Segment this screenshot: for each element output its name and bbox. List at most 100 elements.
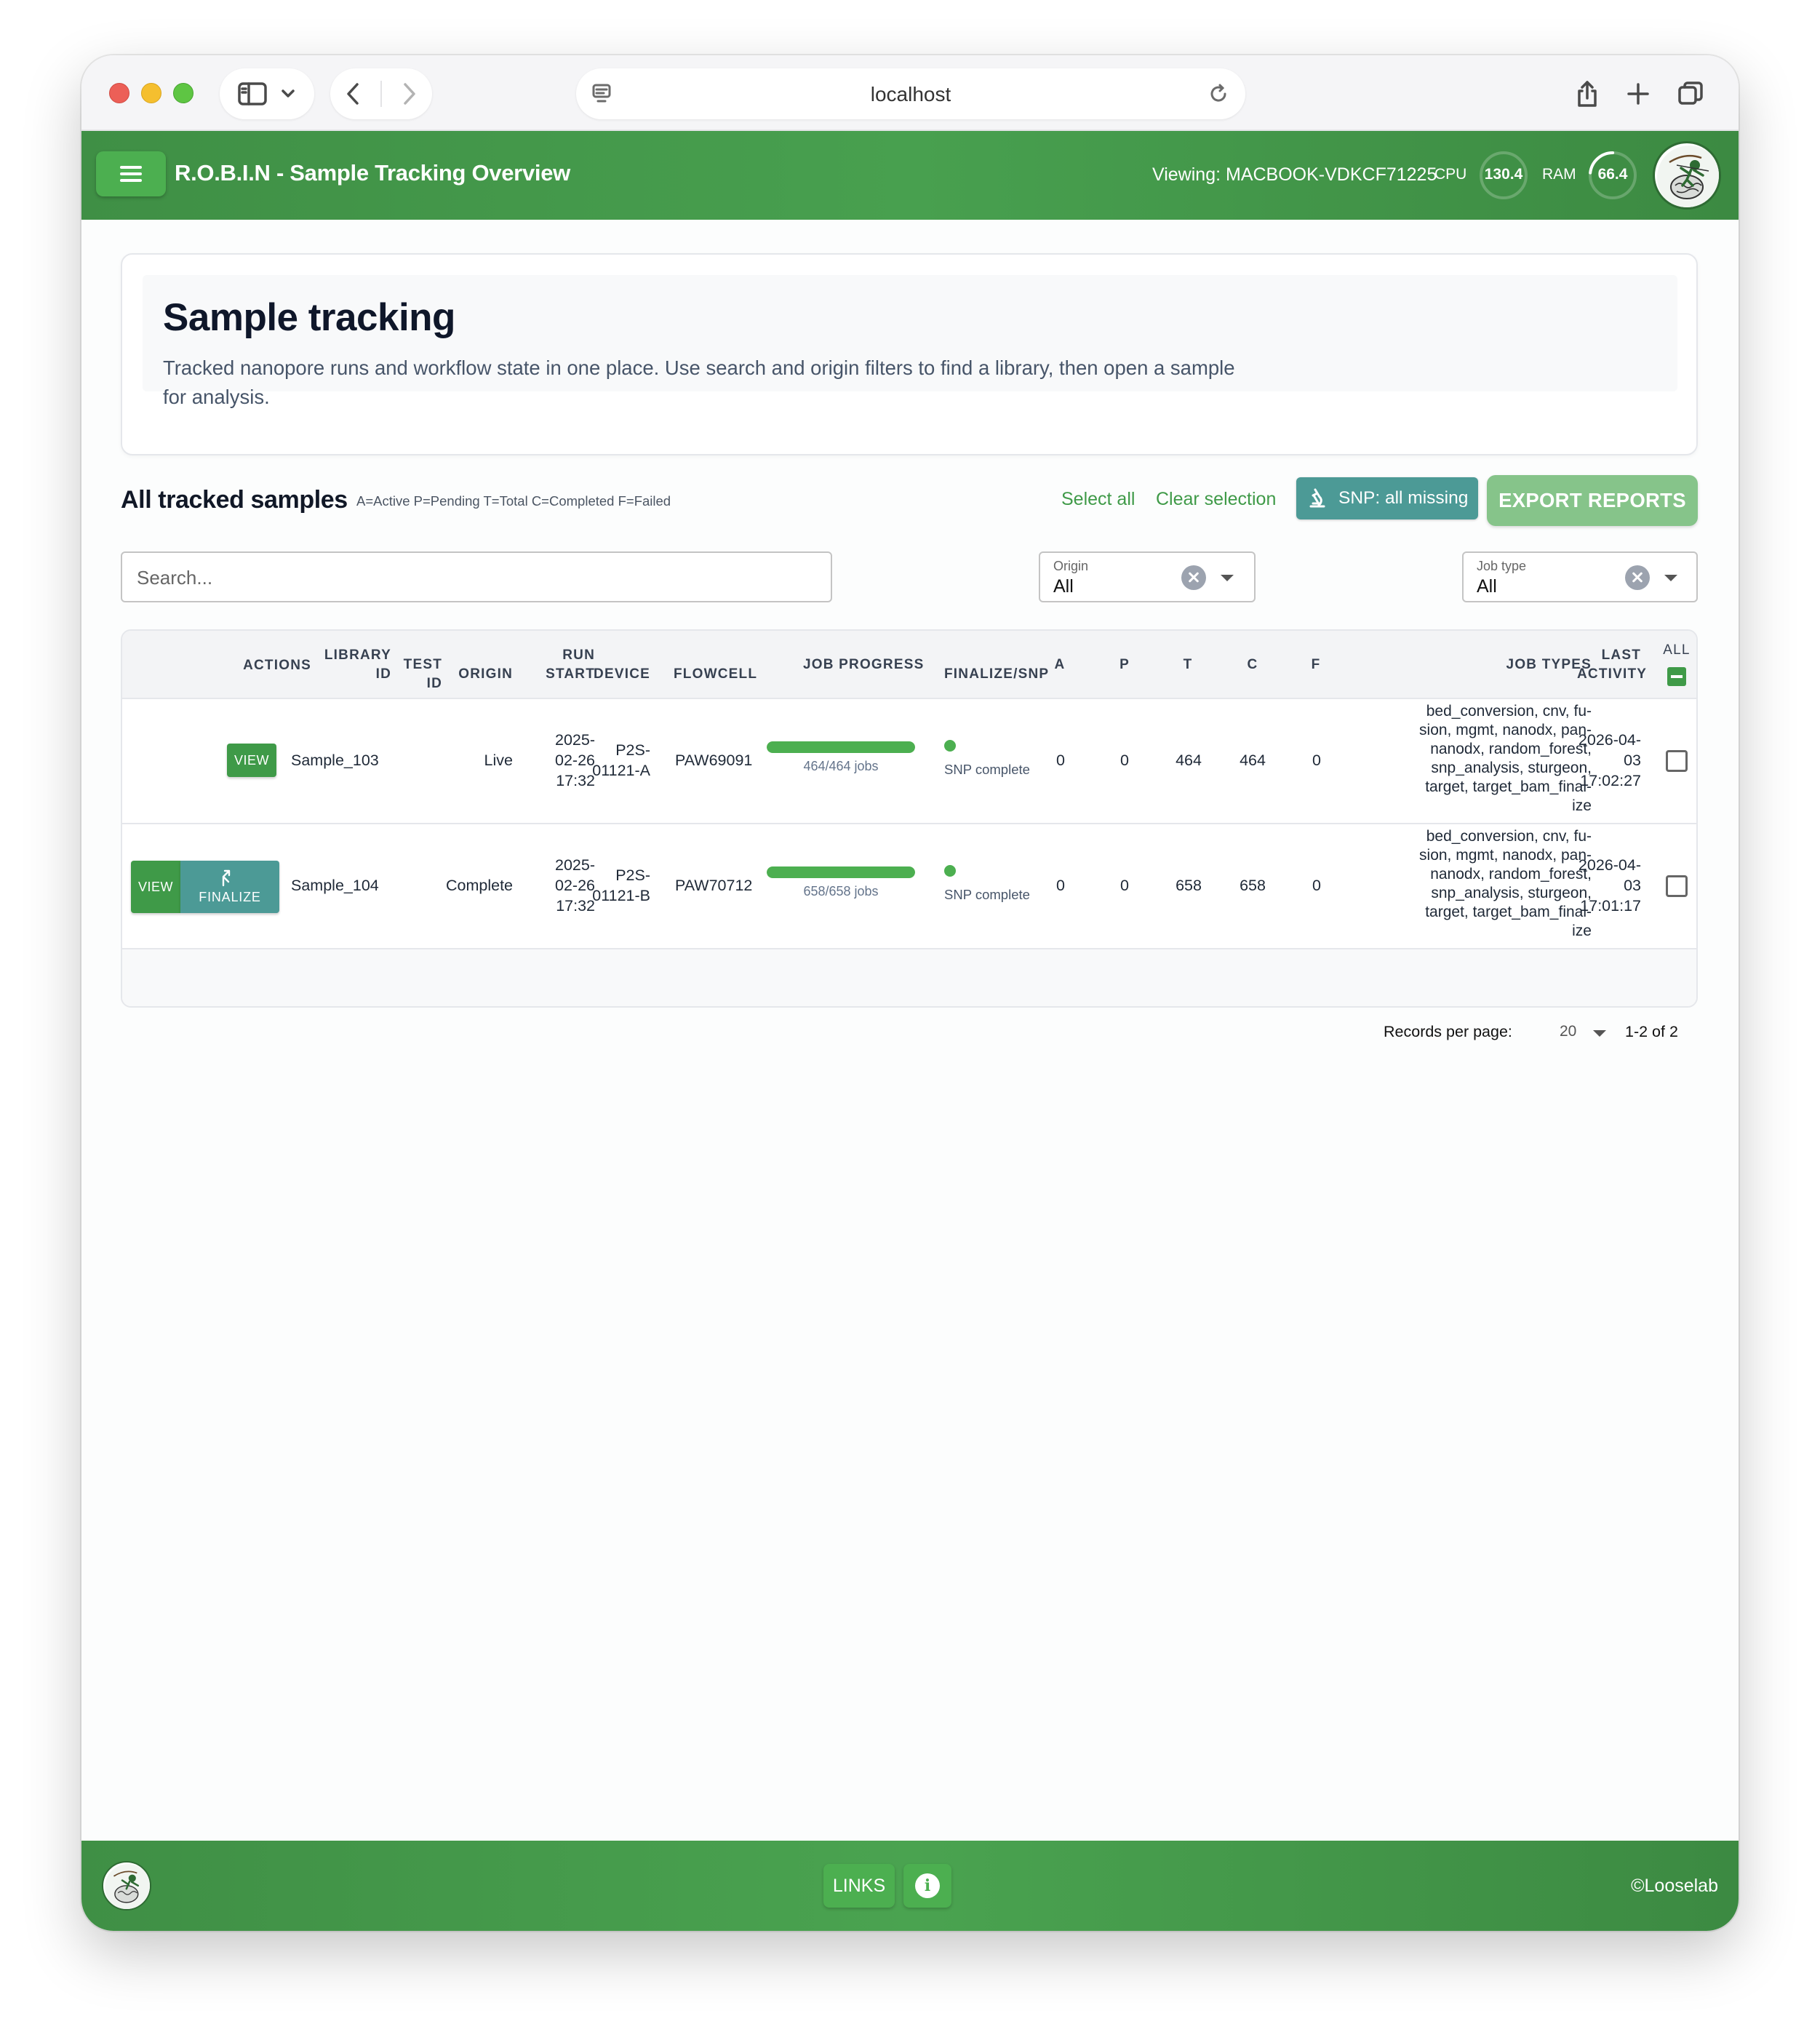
view-button[interactable]: VIEW [131, 861, 180, 913]
origin-select[interactable]: Origin All [1039, 551, 1256, 602]
header-flowcell[interactable]: FLOWCELL [674, 665, 757, 684]
job-types-line: sion, mgmt, nanodx, pan- [1419, 722, 1592, 738]
device-line1: P2S- [615, 866, 650, 884]
info-icon: i [915, 1873, 940, 1898]
close-window-button[interactable] [109, 83, 129, 103]
row-checkbox[interactable] [1666, 875, 1688, 897]
row-checkbox[interactable] [1666, 750, 1688, 772]
finalize-button[interactable]: FINALIZE [180, 861, 279, 913]
origin-caret-icon[interactable] [1221, 575, 1234, 581]
info-button[interactable]: i [903, 1864, 951, 1908]
job-types-line: ize [1572, 923, 1592, 939]
origin-value: All [1053, 576, 1074, 597]
job-progress-fill [767, 741, 915, 753]
job-progress-bar [767, 741, 915, 753]
share-icon[interactable] [1575, 79, 1600, 108]
header-completed[interactable]: C [1242, 656, 1264, 674]
records-per-page-select[interactable]: 20 [1560, 1023, 1576, 1040]
zoom-window-button[interactable] [173, 83, 193, 103]
device-cell: P2S- 01121-B [573, 865, 650, 906]
header-active[interactable]: A [1049, 656, 1071, 674]
header-device[interactable]: DEVICE [580, 665, 650, 684]
cpu-gauge: 130.4 [1478, 150, 1529, 201]
device-line2: 01121-B [592, 887, 650, 904]
snp-status-dot [944, 865, 956, 877]
active-count: 0 [1056, 752, 1065, 769]
tab-overview-icon[interactable] [1677, 80, 1704, 108]
section-title: All tracked samples [121, 486, 348, 514]
minimize-window-button[interactable] [141, 83, 161, 103]
header-total[interactable]: T [1177, 656, 1199, 674]
job-types-line: sion, mgmt, nanodx, pan- [1419, 847, 1592, 864]
export-reports-button[interactable]: EXPORT REPORTS [1487, 475, 1698, 526]
jobtype-caret-icon[interactable] [1664, 575, 1677, 581]
last-activity-line3: 17:01:17 [1580, 897, 1641, 915]
last-activity-cell: 2026-04- 03 17:02:27 [1570, 730, 1641, 791]
address-bar[interactable]: localhost [576, 68, 1245, 119]
last-activity-cell: 2026-04- 03 17:01:17 [1570, 855, 1641, 916]
select-all-checkbox[interactable] [1667, 667, 1686, 686]
last-activity-line1: 2026-04- [1578, 856, 1641, 874]
back-icon[interactable] [344, 81, 362, 106]
header-test-id-line2: ID [426, 676, 442, 691]
robin-logo[interactable] [1653, 141, 1721, 210]
new-tab-icon[interactable] [1626, 81, 1651, 106]
snp-status-label: SNP complete [944, 762, 1030, 777]
samples-table: ACTIONS LIBRARY ID TEST ID ORIGIN RUN ST… [121, 629, 1698, 1008]
snp-missing-button[interactable]: SNP: all missing [1296, 477, 1478, 519]
search-input[interactable] [137, 565, 791, 591]
total-count: 464 [1176, 752, 1202, 769]
clear-selection-button[interactable]: Clear selection [1156, 489, 1276, 510]
header-finalize-snp[interactable]: FINALIZE/SNP [944, 665, 1049, 684]
table-header: ACTIONS LIBRARY ID TEST ID ORIGIN RUN ST… [122, 631, 1696, 699]
header-job-types[interactable]: JOB TYPES [1446, 656, 1592, 674]
flowcell-cell: PAW69091 [675, 752, 753, 769]
viewing-host: Viewing: MACBOOK-VDKCF71225 [1152, 164, 1437, 185]
app-title: R.O.B.I.N - Sample Tracking Overview [175, 160, 570, 186]
job-types-cell: bed_conversion, cnv, fu- sion, mgmt, nan… [1410, 702, 1592, 816]
origin-label: Origin [1053, 559, 1089, 573]
job-types-line: target, target_bam_final- [1425, 778, 1592, 795]
chevron-down-icon [282, 89, 295, 97]
view-button[interactable]: VIEW [227, 744, 276, 777]
header-failed[interactable]: F [1305, 656, 1327, 674]
snp-status-dot [944, 740, 956, 752]
reload-icon[interactable] [1208, 83, 1229, 105]
header-test-id[interactable]: TEST ID [362, 656, 442, 693]
jobtype-select[interactable]: Job type All [1462, 551, 1698, 602]
finalize-label: FINALIZE [199, 890, 261, 904]
column-legend: A=Active P=Pending T=Total C=Completed F… [356, 493, 671, 509]
header-job-progress[interactable]: JOB PROGRESS [803, 656, 924, 674]
table-row[interactable]: VIEW FINALIZE Sample_104 Complete 2025- … [122, 824, 1696, 949]
last-activity-line2: 03 [1624, 752, 1641, 769]
origin-cell: Complete [445, 877, 513, 894]
snp-button-label: SNP: all missing [1338, 488, 1469, 508]
sidebar-toggle-button[interactable] [220, 68, 314, 119]
search-field[interactable] [121, 551, 832, 602]
job-types-line: ize [1572, 797, 1592, 814]
records-per-page-caret-icon[interactable] [1593, 1030, 1606, 1037]
jobtype-clear-icon[interactable] [1625, 565, 1650, 590]
active-count: 0 [1056, 877, 1065, 894]
job-types-line: bed_conversion, cnv, fu- [1426, 828, 1592, 845]
header-last-activity[interactable]: LAST ACTIVITY [1577, 646, 1646, 684]
footer-logo[interactable] [102, 1861, 151, 1910]
job-types-line: snp_analysis, sturgeon, [1431, 885, 1592, 901]
menu-button[interactable] [96, 151, 166, 196]
failed-count: 0 [1312, 877, 1321, 894]
cpu-value: 130.4 [1484, 166, 1523, 183]
library-id-cell: Sample_103 [291, 752, 379, 769]
page-title: Sample tracking [163, 296, 455, 339]
header-actions[interactable]: ACTIONS [188, 656, 311, 675]
select-all-button[interactable]: Select all [1061, 489, 1135, 510]
job-progress-label: 658/658 jobs [803, 884, 879, 899]
table-row[interactable]: VIEW Sample_103 Live 2025- 02-26 17:32 P… [122, 699, 1696, 824]
forward-icon[interactable] [401, 81, 418, 106]
header-origin[interactable]: ORIGIN [442, 665, 513, 684]
header-pending[interactable]: P [1114, 656, 1135, 674]
links-button[interactable]: LINKS [823, 1864, 895, 1908]
microscope-icon [1309, 488, 1325, 508]
job-types-line: nanodx, random_forest, [1430, 866, 1592, 882]
last-activity-line1: 2026-04- [1578, 731, 1641, 749]
origin-clear-icon[interactable] [1181, 565, 1206, 590]
